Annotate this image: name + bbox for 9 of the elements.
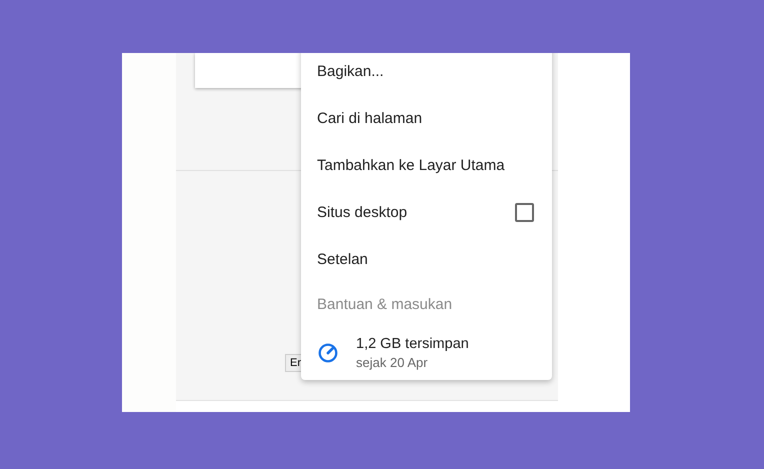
menu-item[interactable]: Bagikan... <box>301 53 552 95</box>
storage-date: sejak 20 Apr <box>356 354 429 370</box>
checkbox[interactable] <box>515 203 534 222</box>
gauge-icon <box>317 342 339 364</box>
menu-item[interactable]: Situs desktop <box>301 189 552 236</box>
menu-item[interactable]: Cari di halaman <box>301 95 552 142</box>
menu-item[interactable]: Setelan <box>301 236 552 283</box>
menu-item[interactable]: Tambahkan ke Layar Utama <box>301 142 552 189</box>
storage-amount: 1,2 GB tersimpan <box>356 336 469 352</box>
